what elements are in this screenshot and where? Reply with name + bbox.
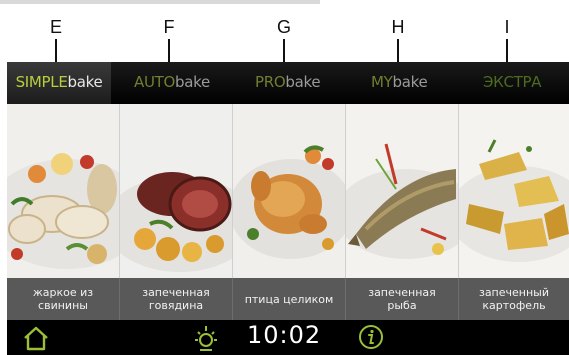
tab-mybake[interactable]: MYbake [371,62,443,104]
tab-extra[interactable]: ЭКСТРА [483,62,563,104]
callout-letters: E F G H I [0,0,569,62]
info-icon[interactable] [358,324,384,350]
oven-display: SIMPLEbake AUTObake PRObake MYbake ЭКСТР… [7,62,569,355]
dish-label-baked-beef[interactable]: запеченная говядина [120,278,233,320]
home-icon[interactable] [22,325,50,351]
dish-label-baked-potatoes[interactable]: запеченный картофель [459,278,569,320]
tab-probake[interactable]: PRObake [255,62,335,104]
dish-gallery [7,104,569,278]
status-bar: 10:02 [7,320,569,355]
callout-g: G [274,17,294,62]
dish-image-whole-chicken[interactable] [233,104,346,278]
dish-image-baked-fish[interactable] [346,104,459,278]
mode-tabs: SIMPLEbake AUTObake PRObake MYbake ЭКСТР… [7,62,569,104]
dish-image-baked-beef[interactable] [120,104,233,278]
dish-label-baked-fish[interactable]: запеченная рыба [346,278,459,320]
top-divider [0,0,320,4]
callout-f: F [159,17,179,62]
clock-display[interactable]: 10:02 [247,321,321,349]
tab-simplebake[interactable]: SIMPLEbake [7,62,111,104]
light-icon[interactable] [193,324,219,352]
tab-autobake[interactable]: AUTObake [134,62,224,104]
dish-image-baked-potatoes[interactable] [459,104,569,278]
callout-h: H [388,17,408,62]
callout-e: E [46,17,66,62]
callout-i: I [497,17,517,62]
dish-label-bar: жаркое из свинины запеченная говядина птиц… [7,278,569,320]
dish-label-whole-chicken[interactable]: птица целиком [233,278,346,320]
dish-label-pork-roast[interactable]: жаркое из свинины [7,278,120,320]
dish-image-pork-roast[interactable] [7,104,120,278]
